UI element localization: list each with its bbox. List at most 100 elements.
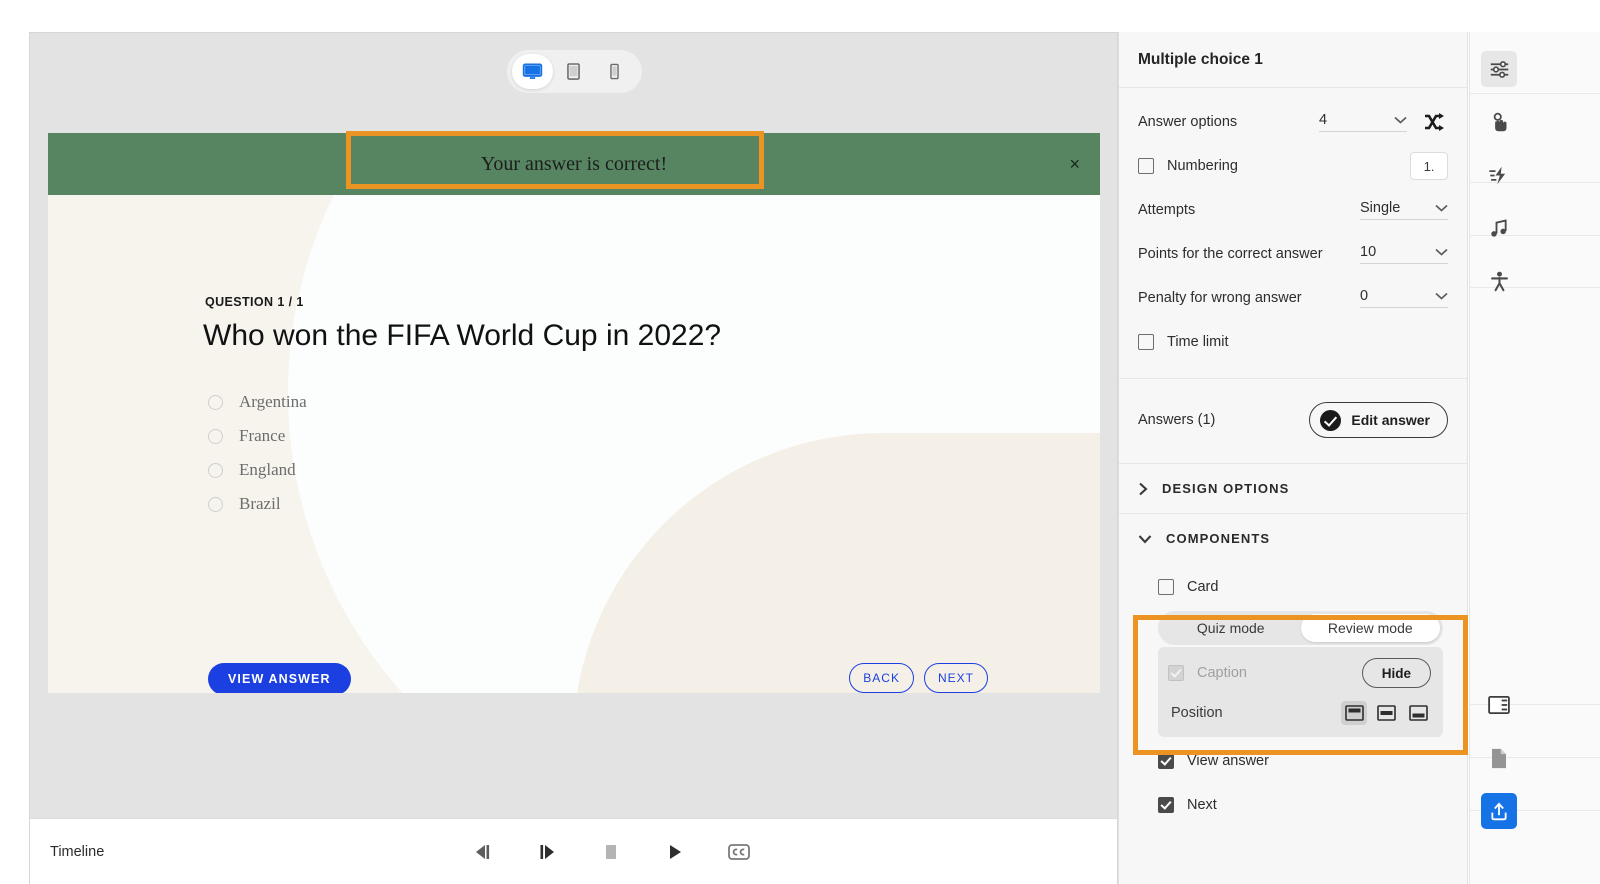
timeline-bar: Timeline xyxy=(30,818,1117,884)
points-select[interactable]: 10 xyxy=(1360,244,1448,264)
view-answer-label: View answer xyxy=(1187,753,1269,769)
animations-icon[interactable] xyxy=(1481,157,1517,193)
answer-options-row: Answer options 4 xyxy=(1138,100,1448,144)
tablet-icon xyxy=(567,63,580,80)
accessibility-icon[interactable] xyxy=(1481,263,1517,299)
caption-label: Caption xyxy=(1197,665,1247,681)
points-row: Points for the correct answer 10 xyxy=(1138,232,1448,276)
numbering-row: Numbering 1. xyxy=(1138,144,1448,188)
points-value: 10 xyxy=(1360,244,1377,260)
components-body: Card Quiz mode Review mode Caption Hide … xyxy=(1119,563,1467,825)
chevron-right-icon xyxy=(1138,482,1148,496)
next-row: Next xyxy=(1138,785,1448,825)
answer-option[interactable]: Brazil xyxy=(208,487,307,521)
time-limit-checkbox[interactable] xyxy=(1138,334,1154,350)
caption-checkbox[interactable] xyxy=(1168,665,1184,681)
position-bottom-icon[interactable] xyxy=(1405,701,1431,725)
answer-options-select[interactable]: 4 xyxy=(1319,112,1407,132)
answer-option-label: England xyxy=(239,460,296,479)
step-back-icon[interactable] xyxy=(470,839,496,865)
view-answer-checkbox[interactable] xyxy=(1158,753,1174,769)
card-label: Card xyxy=(1187,579,1219,595)
step-forward-icon[interactable] xyxy=(534,839,560,865)
points-label: Points for the correct answer xyxy=(1138,246,1323,262)
time-limit-row: Time limit xyxy=(1138,320,1448,364)
check-circle-icon xyxy=(1320,409,1342,431)
chevron-down-icon xyxy=(1421,248,1448,256)
numbering-checkbox[interactable] xyxy=(1138,158,1154,174)
shuffle-icon[interactable] xyxy=(1423,112,1448,133)
answer-option-label: France xyxy=(239,426,286,445)
timeline-label: Timeline xyxy=(50,843,105,860)
slide-navigation: BACK NEXT xyxy=(849,663,988,693)
timeline-transport-controls xyxy=(470,839,752,865)
stop-icon[interactable] xyxy=(598,839,624,865)
slide-preview: Your answer is correct! × QUESTION 1 / 1… xyxy=(48,133,1100,693)
edit-answer-button[interactable]: Edit answer xyxy=(1309,402,1448,438)
radio-icon[interactable] xyxy=(208,462,223,478)
answers-row: Answers (1) Edit answer xyxy=(1138,391,1448,449)
attempts-row: Attempts Single xyxy=(1138,188,1448,232)
chevron-down-icon xyxy=(1138,534,1152,544)
layout-icon[interactable] xyxy=(1481,687,1517,723)
panel-title: Multiple choice 1 xyxy=(1119,32,1467,88)
device-option-desktop[interactable] xyxy=(512,54,553,89)
card-checkbox[interactable] xyxy=(1158,579,1174,595)
mode-toggle[interactable]: Quiz mode Review mode xyxy=(1158,611,1443,645)
answer-option[interactable]: France xyxy=(208,419,307,453)
quiz-mode-option[interactable]: Quiz mode xyxy=(1161,614,1301,642)
next-label: Next xyxy=(1187,797,1217,813)
answer-options-list: Argentina France England Brazil xyxy=(208,385,307,521)
properties-icon[interactable] xyxy=(1481,51,1517,87)
radio-icon[interactable] xyxy=(208,496,223,512)
review-mode-option[interactable]: Review mode xyxy=(1300,614,1440,642)
components-accordion[interactable]: COMPONENTS xyxy=(1119,514,1467,563)
penalty-label: Penalty for wrong answer xyxy=(1138,290,1302,306)
feedback-caption-banner: Your answer is correct! × xyxy=(48,133,1100,195)
design-options-accordion[interactable]: DESIGN OPTIONS xyxy=(1119,464,1467,514)
view-answer-row: View answer xyxy=(1138,737,1448,785)
quiz-settings-section: Answer options 4 Numbering 1. Attempts S… xyxy=(1119,88,1467,379)
device-option-mobile[interactable] xyxy=(594,54,635,89)
hide-caption-button[interactable]: Hide xyxy=(1361,658,1431,688)
interactions-icon[interactable] xyxy=(1481,104,1517,140)
attempts-label: Attempts xyxy=(1138,202,1196,218)
back-button[interactable]: BACK xyxy=(849,663,914,693)
numbering-format-field[interactable]: 1. xyxy=(1410,152,1448,180)
card-row: Card xyxy=(1138,567,1448,607)
publish-icon[interactable] xyxy=(1481,793,1517,829)
attempts-select[interactable]: Single xyxy=(1360,200,1448,220)
design-options-label: DESIGN OPTIONS xyxy=(1162,481,1290,496)
penalty-select[interactable]: 0 xyxy=(1360,288,1448,308)
caption-settings-panel: Caption Hide Position xyxy=(1158,647,1443,737)
position-top-icon[interactable] xyxy=(1341,701,1367,725)
chevron-down-icon xyxy=(1421,204,1448,212)
play-icon[interactable] xyxy=(662,839,688,865)
answer-option-label: Brazil xyxy=(239,494,281,513)
close-icon[interactable]: × xyxy=(1069,155,1080,173)
notes-icon[interactable] xyxy=(1481,740,1517,776)
device-preview-toggle[interactable] xyxy=(507,50,642,93)
answer-option[interactable]: England xyxy=(208,453,307,487)
time-limit-label: Time limit xyxy=(1167,334,1229,350)
question-counter: QUESTION 1 / 1 xyxy=(205,295,304,309)
closed-captions-icon[interactable] xyxy=(726,839,752,865)
chevron-down-icon xyxy=(1421,292,1448,300)
position-middle-icon[interactable] xyxy=(1373,701,1399,725)
next-button[interactable]: NEXT xyxy=(923,663,988,693)
radio-icon[interactable] xyxy=(208,394,223,410)
answers-label: Answers (1) xyxy=(1138,412,1216,428)
answer-option[interactable]: Argentina xyxy=(208,385,307,419)
caption-row: Caption Hide xyxy=(1168,651,1431,695)
radio-icon[interactable] xyxy=(208,428,223,444)
penalty-row: Penalty for wrong answer 0 xyxy=(1138,276,1448,320)
device-option-tablet[interactable] xyxy=(553,54,594,89)
penalty-value: 0 xyxy=(1360,288,1369,304)
audio-icon[interactable] xyxy=(1481,210,1517,246)
edit-answer-label: Edit answer xyxy=(1351,412,1430,428)
next-checkbox[interactable] xyxy=(1158,797,1174,813)
canvas-area: Your answer is correct! × QUESTION 1 / 1… xyxy=(29,32,1118,884)
tool-rail xyxy=(1469,32,1600,884)
view-answer-button[interactable]: VIEW ANSWER xyxy=(208,663,351,693)
attempts-value: Single xyxy=(1360,200,1401,216)
